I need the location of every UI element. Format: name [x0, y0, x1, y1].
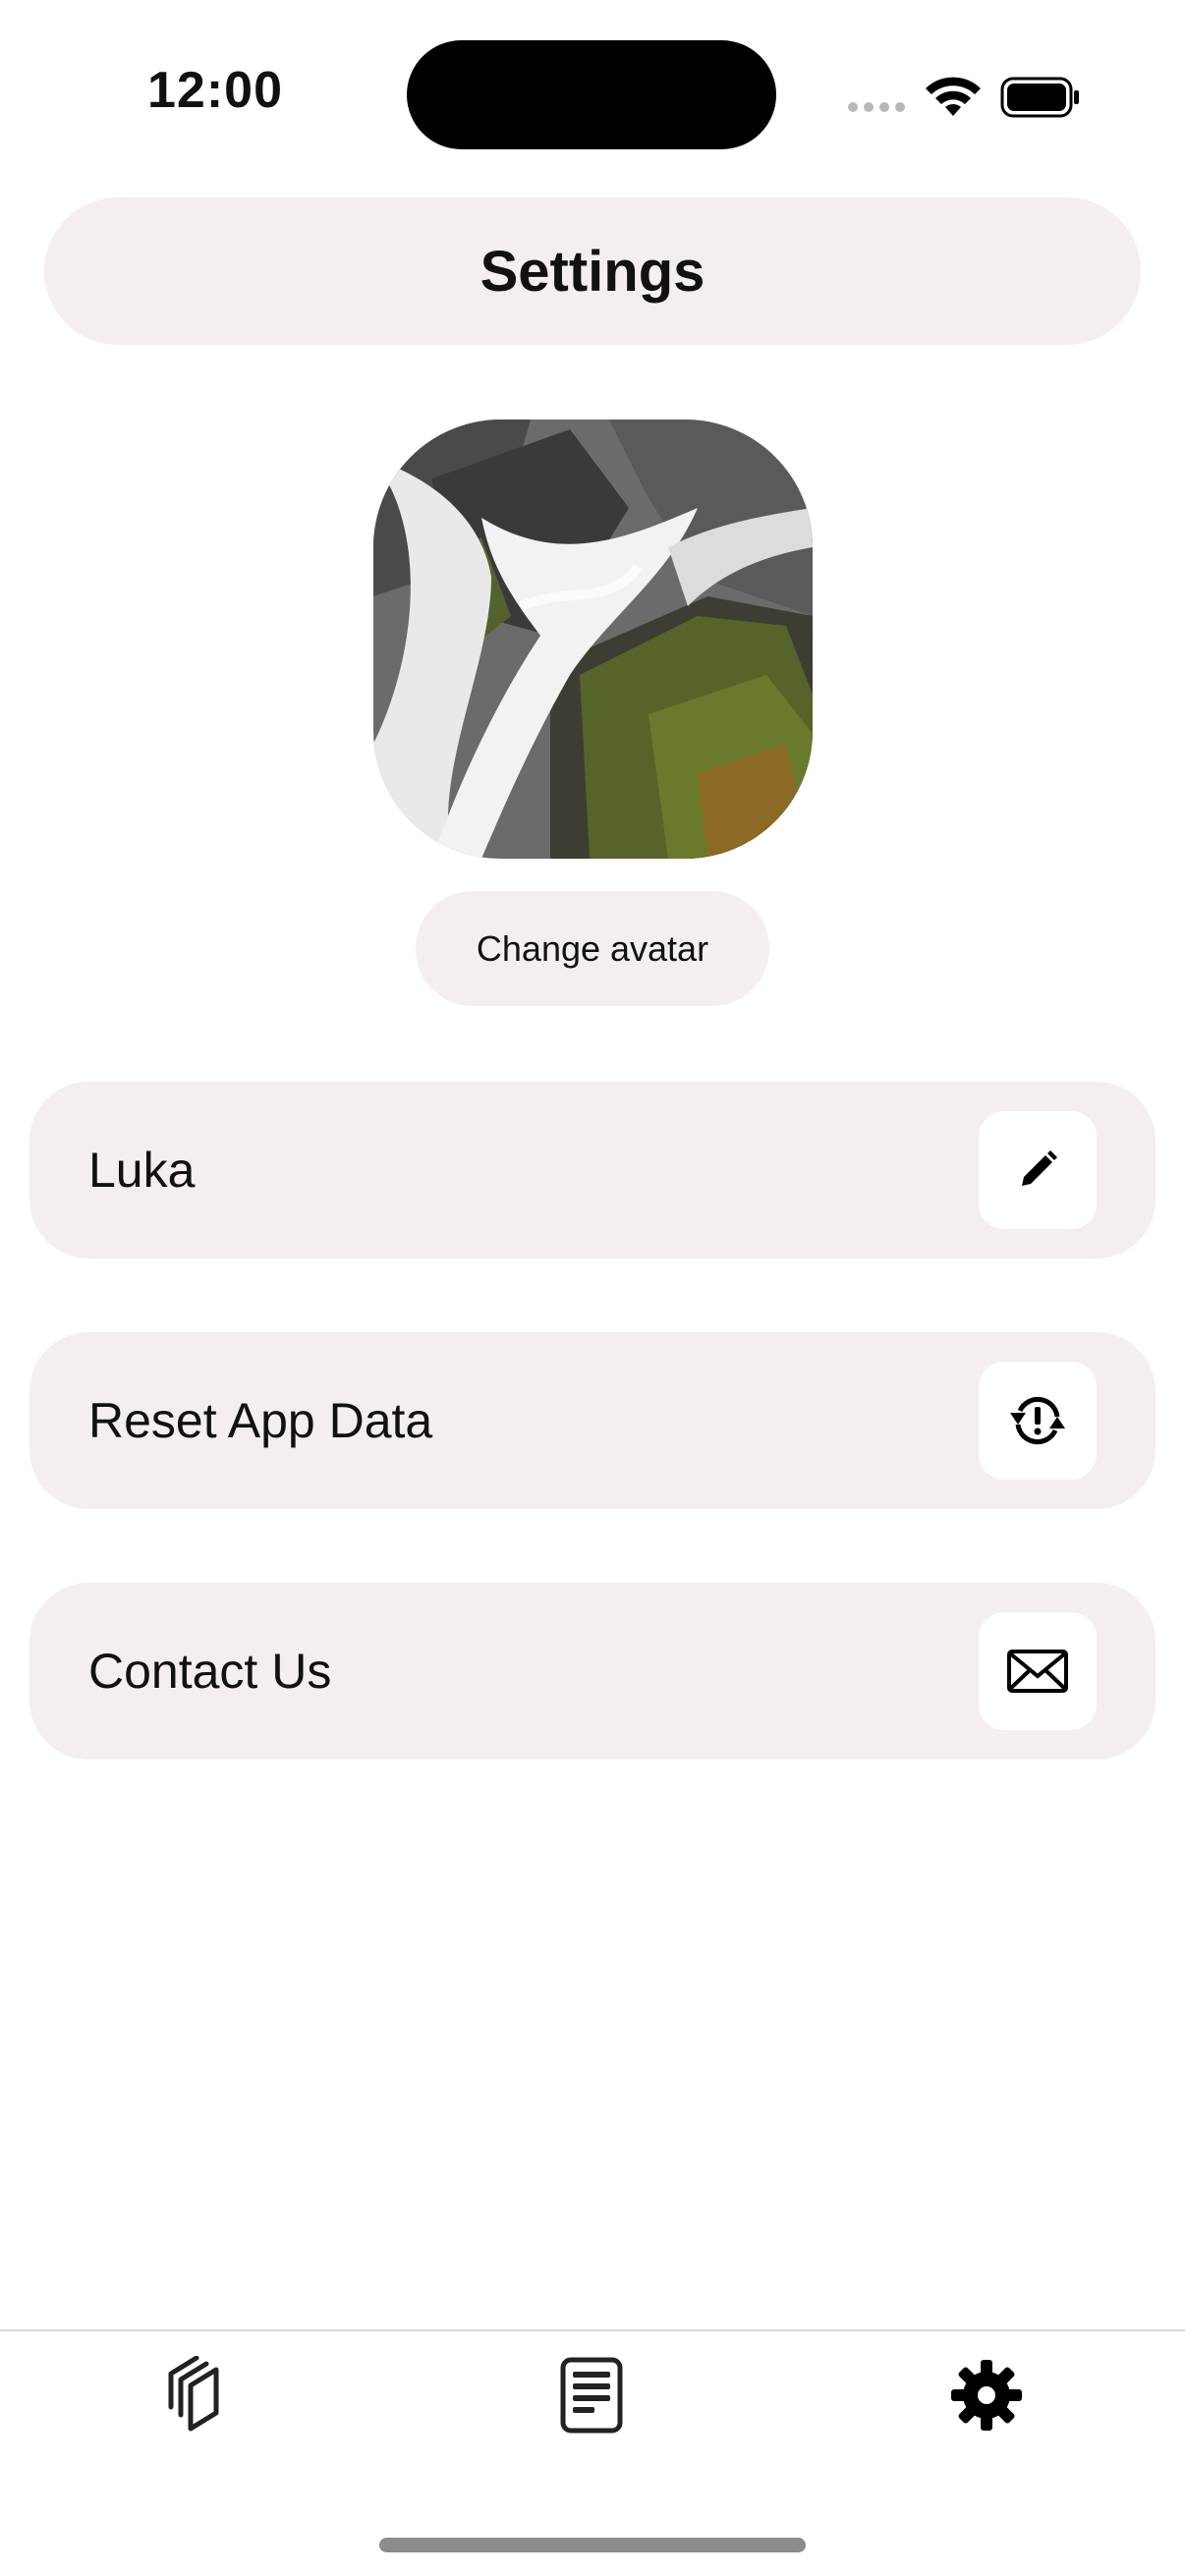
contact-us-row[interactable]: Contact Us: [29, 1583, 1156, 1760]
tab-bar-divider: [0, 2329, 1185, 2331]
reset-icon: [1010, 1396, 1065, 1445]
gear-icon: [951, 2360, 1022, 2431]
reset-app-data-row[interactable]: Reset App Data: [29, 1332, 1156, 1509]
home-indicator: [379, 2538, 806, 2552]
pencil-icon: [1022, 1150, 1057, 1186]
contact-us-label: Contact Us: [88, 1644, 332, 1699]
document-icon: [560, 2357, 623, 2434]
avatar-waterfall-image: [373, 420, 813, 859]
change-avatar-button[interactable]: Change avatar: [416, 891, 769, 1006]
tab-library[interactable]: [147, 2346, 246, 2444]
tab-settings[interactable]: [937, 2346, 1036, 2444]
wifi-icon: [926, 77, 981, 116]
dynamic-island: [407, 40, 776, 149]
battery-icon: [1000, 77, 1079, 118]
name-label: Luka: [88, 1143, 196, 1198]
tab-notes[interactable]: [542, 2346, 641, 2444]
reset-app-data-label: Reset App Data: [88, 1393, 433, 1448]
edit-name-button[interactable]: [979, 1111, 1097, 1229]
library-icon: [168, 2356, 219, 2432]
cellular-signal-icon: [848, 102, 905, 112]
page-title: Settings: [480, 239, 705, 304]
reset-app-data-button[interactable]: [979, 1362, 1097, 1480]
name-row: Luka: [29, 1082, 1156, 1259]
avatar[interactable]: [373, 420, 813, 859]
header-bar: Settings: [44, 197, 1141, 345]
contact-us-button[interactable]: [979, 1612, 1097, 1730]
envelope-icon: [1007, 1650, 1068, 1693]
status-time: 12:00: [147, 62, 283, 119]
